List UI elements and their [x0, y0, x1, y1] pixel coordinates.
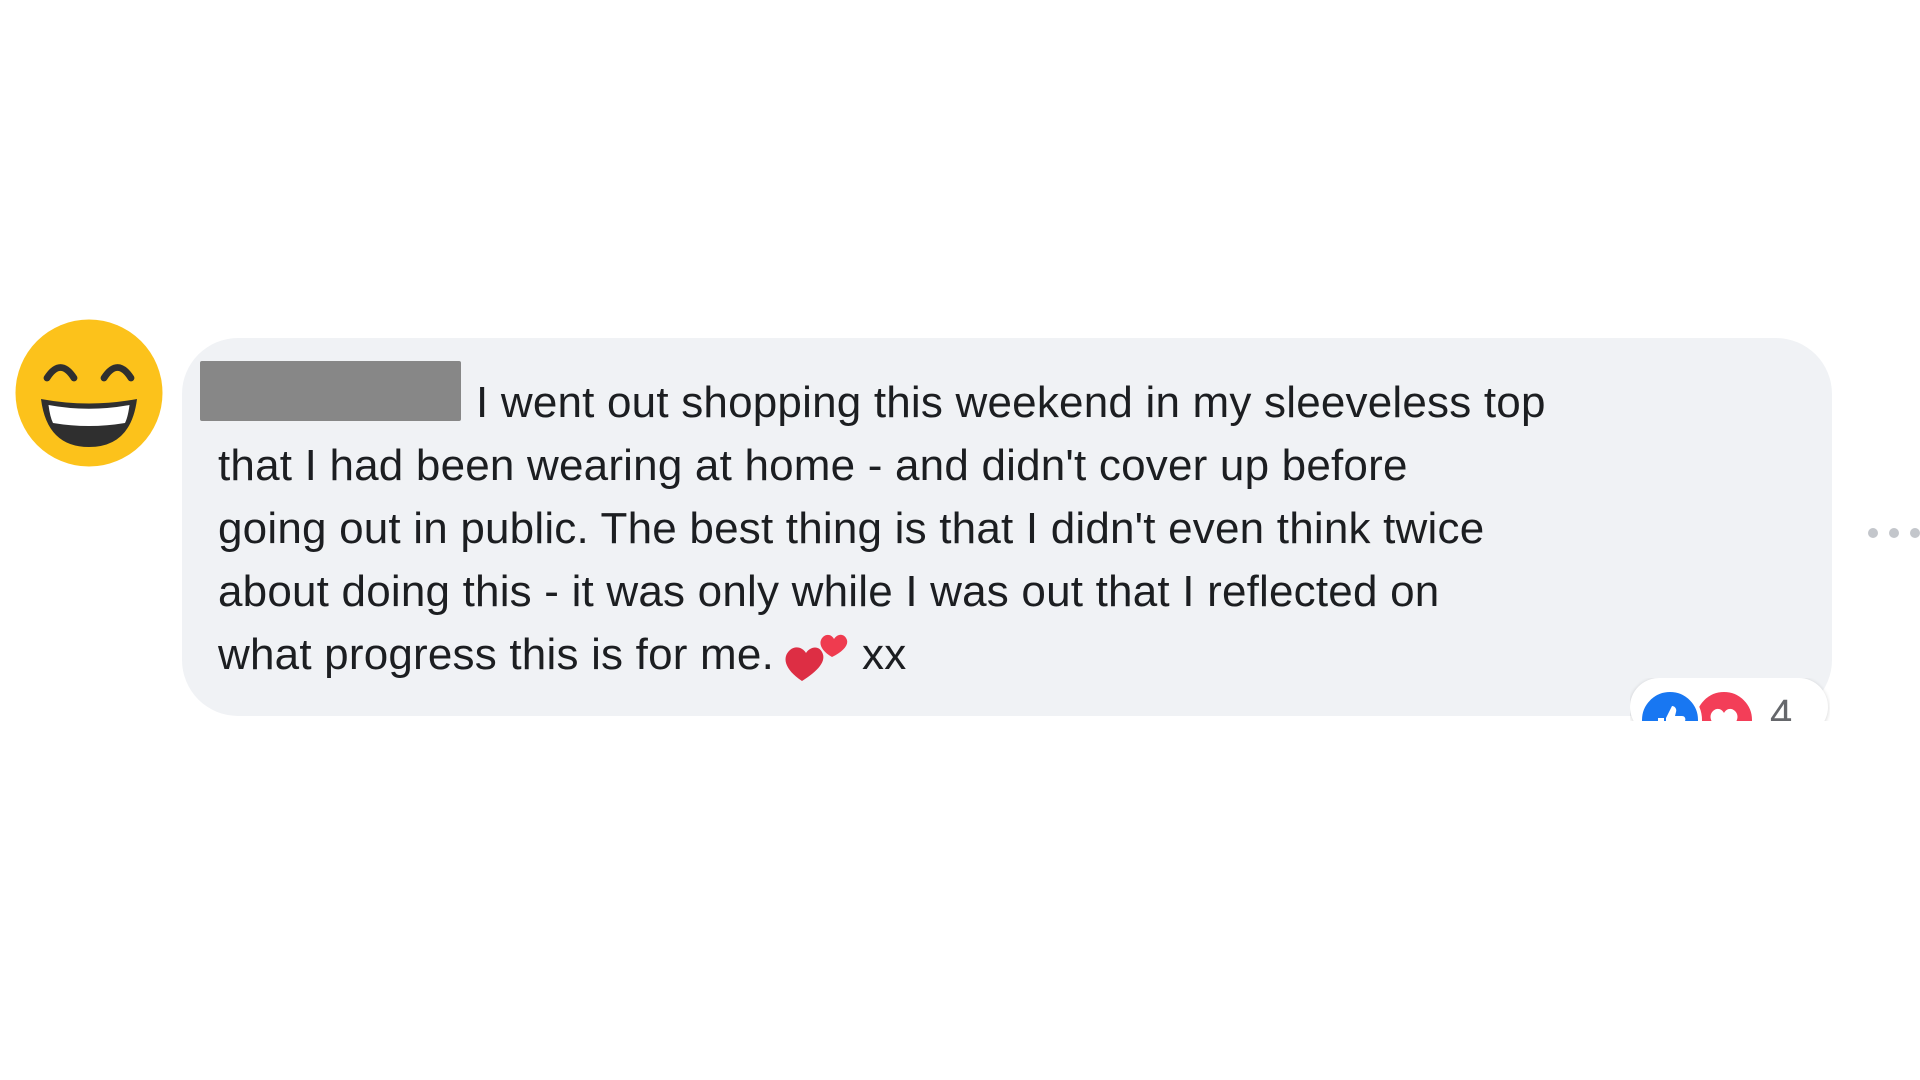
more-horizontal-icon-dot: [1868, 528, 1878, 538]
comment-sign-off: xx: [862, 630, 907, 679]
like-reaction-icon: [1638, 688, 1702, 721]
comment-line: I went out shopping this weekend in my s…: [476, 378, 1546, 427]
comment-line-last: what progress this is for me. xx: [218, 623, 1818, 686]
comment-line: about doing this - it was only while I w…: [218, 567, 1440, 616]
comment-line: that I had been wearing at home - and di…: [218, 441, 1408, 490]
comment-screenshot: I went out shopping this weekend in my s…: [0, 0, 1920, 1080]
commenter-avatar[interactable]: [14, 318, 164, 468]
reactions-summary[interactable]: 4: [1630, 678, 1830, 721]
more-horizontal-icon-dot: [1889, 528, 1899, 538]
comment-line: going out in public. The best thing is t…: [218, 504, 1485, 553]
reaction-count: 4: [1770, 692, 1793, 721]
comment-text: I went out shopping this weekend in my s…: [218, 371, 1818, 686]
reactions-pill[interactable]: 4: [1630, 678, 1828, 721]
more-options-button[interactable]: [1868, 518, 1920, 548]
two-hearts-icon: [782, 623, 852, 683]
comment-last-text: what progress this is for me.: [218, 630, 774, 679]
more-horizontal-icon-dot: [1910, 528, 1920, 538]
grinning-face-smiling-eyes-icon: [15, 319, 163, 467]
